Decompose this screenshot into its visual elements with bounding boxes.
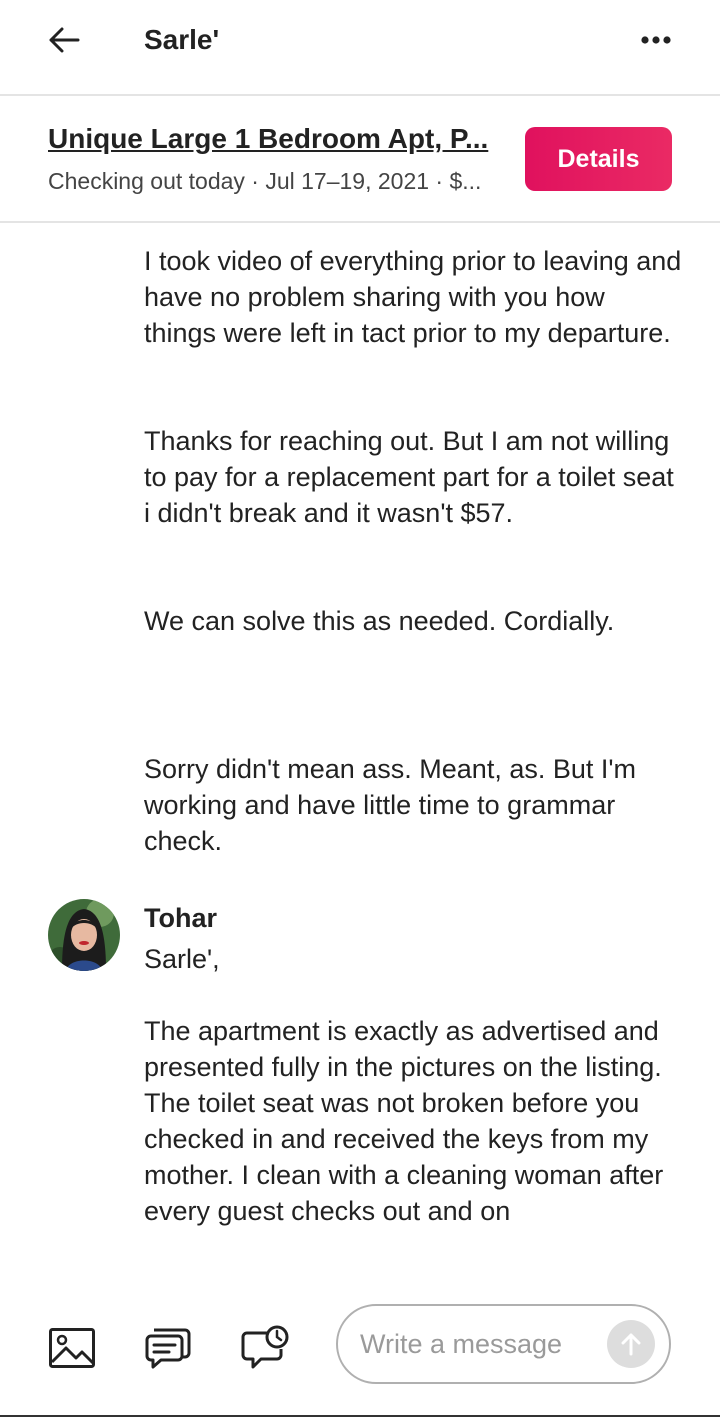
arrow-up-icon <box>621 1333 641 1356</box>
more-horizontal-icon <box>641 36 671 44</box>
listing-summary: Unique Large 1 Bedroom Apt, P... Checkin… <box>0 96 720 223</box>
message-text: The apartment is exactly as advertised a… <box>144 1016 671 1226</box>
message-text: Sorry didn't mean ass. Meant, as. But I'… <box>144 754 644 856</box>
conversation-title: Sarle' <box>144 24 220 55</box>
image-icon <box>49 1328 95 1368</box>
reservation-info: Checking out today · Jul 17–19, 2021 · $… <box>48 168 482 194</box>
scheduled-messages-button[interactable] <box>241 1324 289 1372</box>
listing-title-link[interactable]: Unique Large 1 Bedroom Apt, P... <box>48 122 500 156</box>
arrow-left-icon <box>49 27 80 53</box>
message-input[interactable] <box>360 1324 610 1364</box>
back-button[interactable] <box>44 22 84 58</box>
message-thread[interactable]: I took video of everything prior to leav… <box>0 224 720 1294</box>
avatar[interactable] <box>48 899 120 971</box>
quick-replies-icon <box>145 1328 191 1369</box>
message-text: We can solve this as needed. Cordially. <box>144 606 615 636</box>
top-bar: Sarle' <box>0 0 720 96</box>
scheduled-message-icon <box>241 1325 289 1369</box>
message-composer <box>0 1294 720 1417</box>
sender-name: Tohar <box>144 903 217 933</box>
message-text: Sarle', <box>144 944 220 974</box>
photo-button[interactable] <box>48 1324 96 1372</box>
message-text: I took video of everything prior to leav… <box>144 246 689 348</box>
message-input-container <box>336 1304 671 1384</box>
details-button[interactable]: Details <box>525 127 672 191</box>
message-text: Thanks for reaching out. But I am not wi… <box>144 426 682 528</box>
more-options-button[interactable] <box>636 26 676 54</box>
quick-replies-button[interactable] <box>144 1324 192 1372</box>
send-button[interactable] <box>607 1320 655 1368</box>
